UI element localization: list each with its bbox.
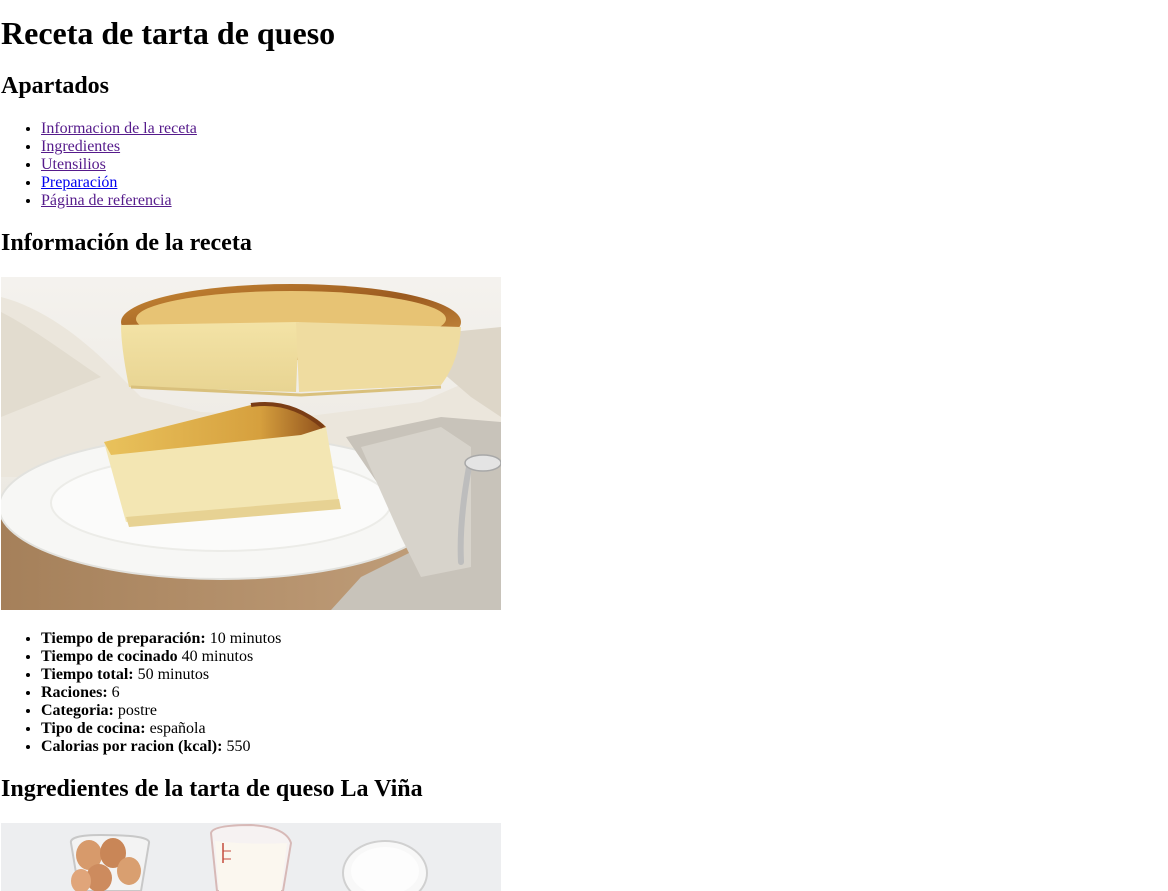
toc-link-reference[interactable]: Página de referencia bbox=[41, 192, 172, 209]
toc-link-preparation[interactable]: Preparación bbox=[41, 174, 117, 191]
toc-item: Página de referencia bbox=[41, 192, 197, 210]
recipe-info-list: Tiempo de preparación: 10 minutos Tiempo… bbox=[1, 630, 281, 756]
info-prep-time: Tiempo de preparación: 10 minutos bbox=[41, 630, 281, 648]
info-calories: Calorias por racion (kcal): 550 bbox=[41, 738, 281, 756]
page-title: Receta de tarta de queso bbox=[1, 15, 336, 51]
info-category: Categoria: postre bbox=[41, 702, 281, 720]
ingredients-photo bbox=[1, 823, 501, 891]
info-total-time: Tiempo total: 50 minutos bbox=[41, 666, 281, 684]
toc-item: Utensilios bbox=[41, 156, 197, 174]
table-of-contents: Informacion de la receta Ingredientes Ut… bbox=[1, 120, 197, 210]
sections-heading: Apartados bbox=[1, 73, 110, 99]
toc-link-ingredients[interactable]: Ingredientes bbox=[41, 138, 120, 155]
toc-item: Preparación bbox=[41, 174, 197, 192]
toc-item: Informacion de la receta bbox=[41, 120, 197, 138]
ingredients-heading: Ingredientes de la tarta de queso La Viñ… bbox=[1, 776, 423, 802]
recipe-info-heading: Información de la receta bbox=[1, 230, 252, 256]
toc-item: Ingredientes bbox=[41, 138, 197, 156]
toc-link-info[interactable]: Informacion de la receta bbox=[41, 120, 197, 137]
info-cook-time: Tiempo de cocinado 40 minutos bbox=[41, 648, 281, 666]
cheesecake-photo bbox=[1, 277, 501, 610]
toc-link-utensils[interactable]: Utensilios bbox=[41, 156, 106, 173]
info-cuisine: Tipo de cocina: española bbox=[41, 720, 281, 738]
info-servings: Raciones: 6 bbox=[41, 684, 281, 702]
